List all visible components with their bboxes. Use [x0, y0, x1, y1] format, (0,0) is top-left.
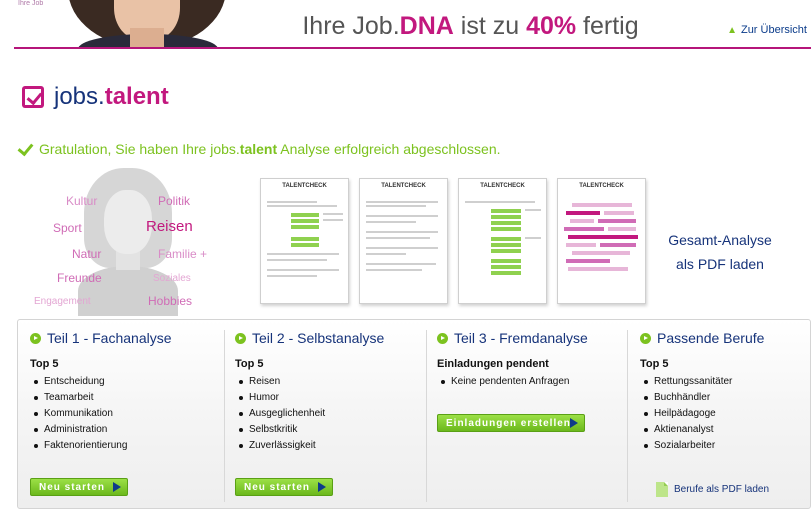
section-title[interactable]: Teil 3 - Fremdanalyse — [454, 330, 588, 346]
interest-politik: Politik — [158, 194, 191, 208]
list-item: Aktienanalyst — [640, 422, 807, 438]
top-list: Rettungssanitäter Buchhändler Heilpädago… — [640, 374, 807, 454]
overview-link-label[interactable]: Zur Übersicht — [741, 24, 807, 36]
section-subtitle: Top 5 — [30, 358, 59, 370]
list-item: Buchhändler — [640, 390, 807, 406]
play-arrow-icon — [318, 482, 326, 492]
list-item: Zuverlässigkeit — [235, 438, 426, 454]
section-subtitle: Top 5 — [640, 358, 669, 370]
full-analysis-pdf-line2[interactable]: als PDF laden — [652, 252, 788, 276]
button-label: Neu starten — [244, 481, 311, 493]
list-item: Ausgeglichenheit — [235, 406, 426, 422]
section-subtitle: Einladungen pendent — [437, 358, 549, 370]
section-header[interactable]: Passende Berufe — [640, 330, 807, 346]
restart-selbstanalyse-button[interactable]: Neu starten — [235, 478, 333, 496]
section-header[interactable]: Teil 3 - Fremdanalyse — [437, 330, 627, 346]
arrow-up-icon: ▲ — [727, 24, 737, 36]
report-thumbnail-title: TALENTCHECK — [282, 183, 327, 189]
progress-headline-brand: DNA — [399, 12, 454, 40]
section-title[interactable]: Passende Berufe — [657, 330, 764, 346]
professions-pdf-label[interactable]: Berufe als PDF laden — [674, 484, 769, 495]
interest-freunde: Freunde — [57, 271, 102, 285]
full-analysis-pdf-line1[interactable]: Gesamt-Analyse — [652, 228, 788, 252]
report-thumbnail-2[interactable]: TALENTCHECK — [359, 178, 448, 304]
report-thumbnail-1[interactable]: TALENTCHECK — [260, 178, 349, 304]
analysis-sections-panel: Teil 1 - Fachanalyse Top 5 Entscheidung … — [17, 319, 811, 509]
section-selbstanalyse: Teil 2 - Selbstanalyse Top 5 Reisen Humo… — [224, 330, 426, 502]
restart-fachanalyse-button[interactable]: Neu starten — [30, 478, 128, 496]
checkbox-logo-icon — [22, 86, 44, 108]
success-message: Gratulation, Sie haben Ihre jobs.talent … — [18, 141, 501, 157]
button-label: Neu starten — [39, 481, 106, 493]
interest-familie: Familie + — [158, 247, 208, 261]
section-passende-berufe: Passende Berufe Top 5 Rettungssanitäter … — [627, 330, 807, 502]
interest-engagement: Engagement — [34, 296, 91, 307]
interest-kultur: Kultur — [66, 194, 98, 208]
logo-text-part1: jobs. — [54, 83, 105, 110]
play-arrow-icon — [570, 418, 578, 428]
list-item: Sozialarbeiter — [640, 438, 807, 454]
section-fachanalyse: Teil 1 - Fachanalyse Top 5 Entscheidung … — [30, 330, 225, 502]
interest-reisen: Reisen — [146, 218, 193, 235]
success-text: Gratulation, Sie haben Ihre jobs.talent … — [39, 141, 501, 157]
list-item: Faktenorientierung — [30, 438, 225, 454]
top-list: Reisen Humor Ausgeglichenheit Selbstkrit… — [235, 374, 426, 454]
section-subtitle: Top 5 — [235, 358, 264, 370]
list-item: Heilpädagoge — [640, 406, 807, 422]
report-thumbnail-3[interactable]: TALENTCHECK — [458, 178, 547, 304]
interest-natur: Natur — [72, 247, 102, 261]
overview-link[interactable]: ▲ Zur Übersicht — [727, 24, 807, 36]
list-item: Humor — [235, 390, 426, 406]
interest-sport: Sport — [53, 221, 82, 235]
section-title[interactable]: Teil 1 - Fachanalyse — [47, 330, 172, 346]
top-list: Entscheidung Teamarbeit Kommunikation Ad… — [30, 374, 225, 454]
professions-pdf-link[interactable]: Berufe als PDF laden — [656, 482, 769, 497]
success-text-after: Analyse erfolgreich abgeschlossen. — [277, 141, 501, 157]
logo-text-part2: talent — [104, 83, 169, 110]
play-circle-icon — [30, 332, 41, 344]
list-item: Rettungssanitäter — [640, 374, 807, 390]
pdf-file-icon — [656, 482, 668, 497]
play-circle-icon — [640, 332, 651, 344]
report-thumbnail-4[interactable]: TALENTCHECK — [557, 178, 646, 304]
success-text-bold: talent — [239, 141, 278, 157]
play-arrow-icon — [113, 482, 121, 492]
header-divider — [14, 47, 811, 49]
progress-headline-suffix: fertig — [576, 12, 639, 40]
section-header[interactable]: Teil 2 - Selbstanalyse — [235, 330, 426, 346]
full-analysis-pdf-link[interactable]: Gesamt-Analyse als PDF laden — [652, 228, 788, 276]
section-fremdanalyse: Teil 3 - Fremdanalyse Einladungen penden… — [426, 330, 627, 502]
play-circle-icon — [437, 332, 448, 344]
invitation-list: Keine pendenten Anfragen — [437, 374, 627, 390]
list-item: Kommunikation — [30, 406, 225, 422]
button-label: Einladungen erstellen — [446, 417, 571, 429]
list-item: Administration — [30, 422, 225, 438]
list-item: Entscheidung — [30, 374, 225, 390]
top-banner: Ihre Job Ihre Job.DNA ist zu 40% fertig … — [0, 0, 811, 49]
list-item: Selbstkritik — [235, 422, 426, 438]
progress-headline-mid: ist zu — [453, 12, 527, 40]
interest-hobbies: Hobbies — [148, 294, 193, 308]
report-thumbnail-title: TALENTCHECK — [480, 183, 525, 189]
banner-small-label: Ihre Job — [18, 0, 44, 7]
section-header[interactable]: Teil 1 - Fachanalyse — [30, 330, 225, 346]
create-invitations-button[interactable]: Einladungen erstellen — [437, 414, 585, 432]
interest-soziales: Soziales — [153, 273, 191, 284]
success-text-before: Gratulation, Sie haben Ihre jobs. — [39, 141, 240, 157]
progress-headline: Ihre Job.DNA ist zu 40% fertig — [0, 12, 811, 41]
list-item: Teamarbeit — [30, 390, 225, 406]
list-item: Keine pendenten Anfragen — [437, 374, 627, 390]
progress-headline-prefix: Ihre Job. — [302, 12, 400, 40]
checkmark-icon — [18, 143, 31, 156]
progress-percent: 40% — [526, 12, 577, 40]
list-item: Reisen — [235, 374, 426, 390]
section-title[interactable]: Teil 2 - Selbstanalyse — [252, 330, 384, 346]
play-circle-icon — [235, 332, 246, 344]
report-thumbnail-title: TALENTCHECK — [579, 183, 624, 189]
logo-text: jobs.talent — [54, 83, 169, 111]
report-thumbnail-title: TALENTCHECK — [381, 183, 426, 189]
jobs-talent-logo: jobs.talent — [22, 83, 169, 111]
